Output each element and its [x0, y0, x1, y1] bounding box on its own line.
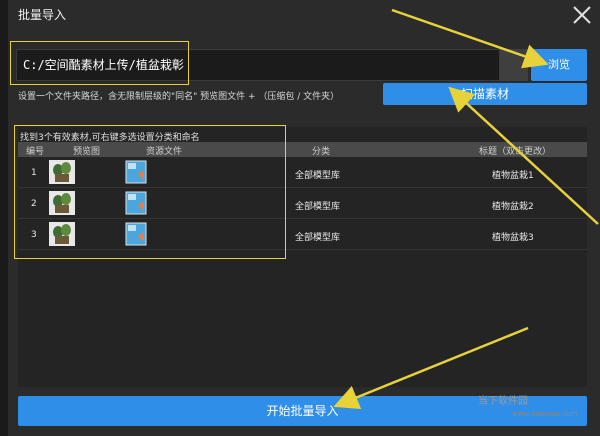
scan-button[interactable]: 扫描素材 — [383, 83, 587, 105]
col-category: 分类 — [312, 147, 331, 157]
row-title[interactable]: 植物盆栽2 — [492, 199, 534, 212]
path-highlight-box — [10, 41, 189, 85]
path-field-end — [500, 49, 528, 81]
browse-button[interactable]: 浏览 — [531, 49, 587, 81]
dialog-title: 批量导入 — [18, 8, 67, 22]
row-category: 全部模型库 — [295, 233, 341, 243]
row-category: 全部模型库 — [295, 202, 341, 212]
close-icon[interactable] — [571, 4, 593, 26]
row-title[interactable]: 植物盆栽3 — [492, 230, 534, 243]
row-category: 全部模型库 — [295, 171, 341, 181]
path-hint: 设置一个文件夹路径，含无限制层级的"同名" 预览图文件 + （压缩包 / 文件夹… — [18, 92, 340, 102]
col-title: 标题（双击更改） — [479, 147, 552, 157]
row-title[interactable]: 植物盆栽1 — [492, 168, 534, 181]
watermark-text: 当下软件园 — [478, 396, 528, 407]
list-highlight-box — [14, 125, 286, 259]
watermark-url: www.downxia.com — [512, 410, 578, 418]
left-edge-strip — [0, 0, 8, 436]
